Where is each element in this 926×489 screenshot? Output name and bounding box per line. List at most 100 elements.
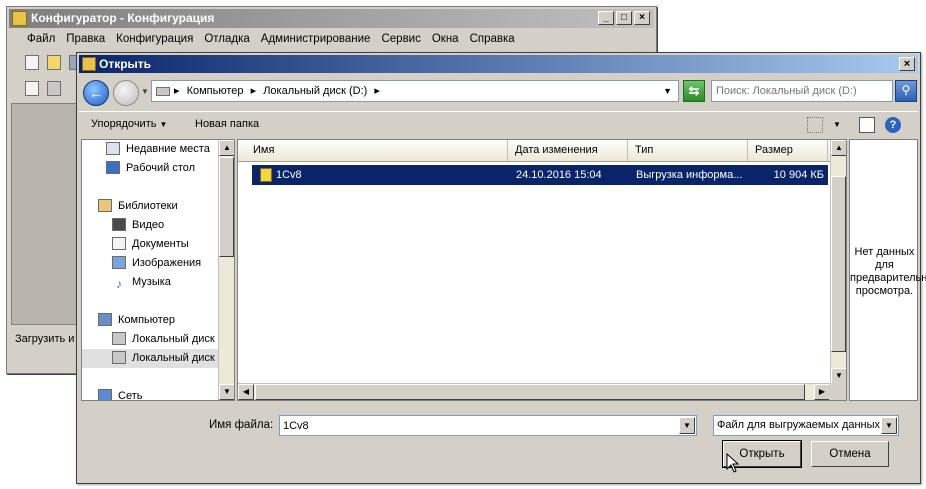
scroll-thumb[interactable] (219, 157, 234, 257)
column-date[interactable]: Дата изменения (508, 140, 628, 161)
tree-item-recent[interactable]: Недавние места (106, 140, 234, 159)
computer-icon (98, 313, 112, 326)
documents-icon (112, 237, 126, 250)
scroll-down-icon[interactable]: ▼ (831, 368, 846, 384)
menu-bar: Файл Правка Конфигурация Отладка Админис… (9, 29, 654, 49)
breadcrumb-separator-icon: ▸ (374, 85, 380, 97)
new-document-icon[interactable] (25, 55, 39, 70)
tree-item-music[interactable]: ♪ Музыка (112, 273, 234, 292)
menu-windows[interactable]: Окна (432, 33, 459, 45)
menu-file[interactable]: Файл (27, 33, 55, 45)
help-icon[interactable]: ? (885, 117, 901, 133)
column-name[interactable]: Имя (246, 140, 508, 161)
tree-item-libraries[interactable]: Библиотеки (98, 197, 234, 216)
view-options-icon[interactable] (807, 117, 823, 133)
menu-edit[interactable]: Правка (66, 33, 105, 45)
tree-item-local-disk-d[interactable]: Локальный диск ( (82, 349, 220, 368)
forward-arrow-icon: → (119, 85, 133, 101)
search-box[interactable] (711, 80, 893, 102)
scrollbar-corner (829, 383, 846, 400)
scroll-up-icon[interactable]: ▲ (831, 140, 846, 156)
menu-debug[interactable]: Отладка (204, 33, 249, 45)
toolbar-row-1 (11, 51, 83, 73)
tree-scrollbar[interactable]: ▲ ▼ (218, 140, 234, 400)
drive-icon (112, 351, 126, 364)
list-header: Имя Дата изменения Тип Размер (238, 140, 830, 162)
preview-message: Нет данных для предварительного просмотр… (850, 246, 926, 297)
column-size[interactable]: Размер (748, 140, 828, 161)
scroll-down-icon[interactable]: ▼ (219, 384, 234, 400)
filetype-value: Файл для выгружаемых данных (717, 419, 881, 431)
breadcrumb-drive[interactable]: Локальный диск (D:) (263, 85, 367, 97)
open-dialog: Открыть × ← → ▼ ▸ Компьютер ▸ Локальный … (76, 52, 926, 484)
scroll-left-icon[interactable]: ◀ (238, 384, 254, 400)
chevron-down-icon: ▼ (159, 120, 168, 129)
tree-item-pictures[interactable]: Изображения (112, 254, 234, 273)
history-dropdown-icon[interactable]: ▼ (141, 87, 149, 96)
scroll-thumb[interactable] (831, 176, 846, 352)
tree-item-video[interactable]: Видео (112, 216, 234, 235)
menu-configuration[interactable]: Конфигурация (116, 33, 193, 45)
video-icon (112, 218, 126, 231)
refresh-icon: ⇆ (688, 83, 700, 98)
tree-item-documents[interactable]: Документы (112, 235, 234, 254)
network-icon (98, 389, 112, 400)
minimize-button[interactable]: _ (598, 11, 614, 25)
filename-label: Имя файла: (209, 419, 274, 431)
menu-service[interactable]: Сервис (381, 33, 420, 45)
filename-input[interactable] (280, 416, 676, 435)
tree-item-computer[interactable]: Компьютер (98, 311, 234, 330)
grid-icon[interactable] (25, 81, 39, 96)
list-vertical-scrollbar[interactable]: ▲ ▼ (830, 140, 846, 384)
navigation-bar: ← → ▼ ▸ Компьютер ▸ Локальный диск (D:) … (79, 75, 918, 109)
filetype-select[interactable]: Файл для выгружаемых данных ▼ (713, 415, 899, 436)
back-button[interactable]: ← (83, 80, 109, 106)
address-dropdown-icon[interactable]: ▼ (663, 81, 672, 101)
libraries-icon (98, 199, 112, 212)
search-button[interactable]: ⚲ (895, 80, 917, 102)
file-date: 24.10.2016 15:04 (516, 169, 602, 181)
breadcrumb-computer[interactable]: Компьютер (187, 85, 244, 97)
file-list: Имя Дата изменения Тип Размер 1Cv8 24.10… (237, 139, 847, 401)
status-bar: Загрузить и (15, 333, 75, 345)
close-button[interactable]: × (634, 11, 650, 25)
search-input[interactable] (712, 81, 872, 101)
scroll-up-icon[interactable]: ▲ (219, 140, 234, 156)
list-horizontal-scrollbar[interactable]: ◀ ▶ (238, 383, 830, 400)
file-type: Выгрузка информа... (636, 169, 743, 181)
scroll-thumb[interactable] (255, 384, 805, 400)
new-folder-button[interactable]: Новая папка (195, 118, 259, 130)
menu-administration[interactable]: Администрирование (261, 33, 371, 45)
organize-button[interactable]: Упорядочить ▼ (91, 118, 167, 130)
forward-button[interactable]: → (113, 80, 139, 106)
properties-icon[interactable] (47, 81, 61, 96)
mouse-cursor-icon (726, 453, 740, 473)
refresh-button[interactable]: ⇆ (683, 80, 705, 102)
breadcrumb-separator-icon: ▸ (174, 85, 180, 97)
column-type[interactable]: Тип (628, 140, 748, 161)
tree-item-local-disk-c[interactable]: Локальный диск ( (112, 330, 220, 349)
tree-item-desktop[interactable]: Рабочий стол (106, 159, 234, 178)
file-icon (260, 168, 272, 182)
menu-help[interactable]: Справка (470, 33, 515, 45)
table-row[interactable]: 1Cv8 24.10.2016 15:04 Выгрузка информа..… (252, 165, 828, 185)
tree-item-network[interactable]: Сеть (98, 387, 234, 400)
dialog-close-button[interactable]: × (899, 57, 915, 71)
preview-pane-icon[interactable] (859, 117, 875, 133)
desktop-icon (106, 161, 120, 174)
chevron-down-icon[interactable]: ▼ (679, 417, 695, 434)
configurator-workspace (11, 103, 83, 325)
open-folder-icon[interactable] (47, 55, 61, 70)
toolbar-row-2 (11, 77, 83, 99)
breadcrumb-separator-icon: ▸ (250, 85, 257, 97)
cancel-button[interactable]: Отмена (811, 441, 889, 467)
scroll-right-icon[interactable]: ▶ (814, 384, 830, 400)
maximize-button[interactable]: □ (616, 11, 632, 25)
navigation-tree: Недавние места Рабочий стол Библиотеки В… (81, 139, 235, 401)
view-dropdown-icon[interactable]: ▼ (833, 117, 849, 133)
app-icon (12, 11, 27, 26)
filename-combobox[interactable]: ▼ (279, 415, 697, 436)
chevron-down-icon[interactable]: ▼ (881, 417, 897, 434)
drive-icon (112, 332, 126, 345)
address-bar[interactable]: ▸ Компьютер ▸ Локальный диск (D:) ▸ ▼ (151, 80, 679, 102)
